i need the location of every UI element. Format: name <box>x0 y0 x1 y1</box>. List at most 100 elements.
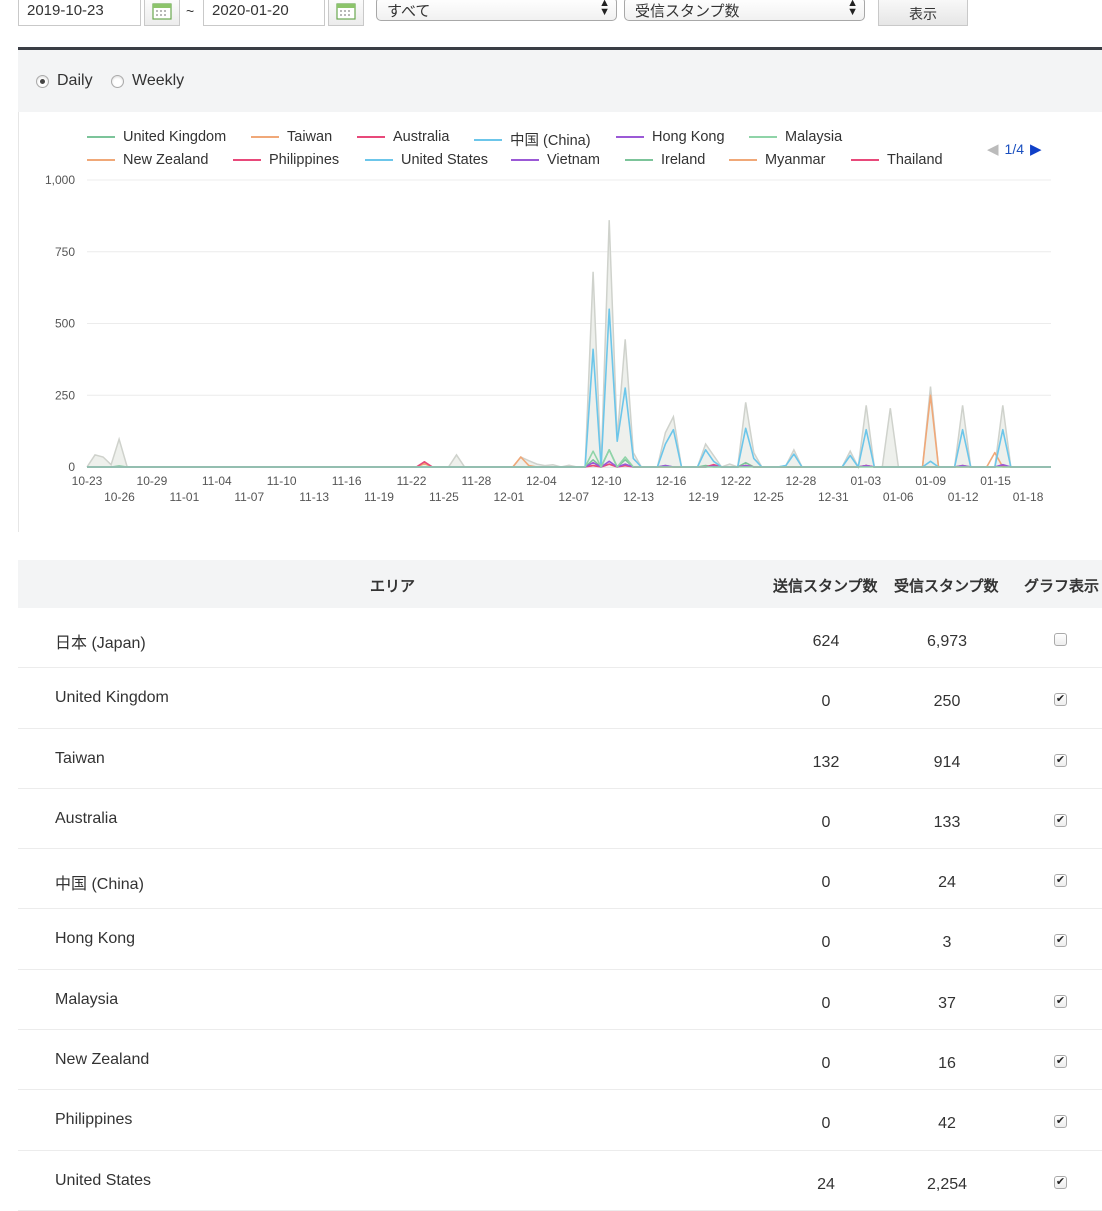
sent-count: 0 <box>821 693 831 711</box>
legend-swatch <box>251 136 279 138</box>
calendar-icon <box>152 3 172 20</box>
table-header: エリア 送信スタンプ数 受信スタンプ数 グラフ表示 <box>18 560 1102 608</box>
legend-item[interactable]: New Zealand <box>87 152 208 168</box>
table-row: Malaysia 0 37 ✔ <box>18 970 1102 1031</box>
legend-item[interactable]: Vietnam <box>511 152 600 168</box>
sent-count: 0 <box>821 994 831 1012</box>
legend-next-icon[interactable]: ▶ <box>1030 140 1042 158</box>
header-area: エリア <box>370 578 416 595</box>
graph-toggle-checkbox[interactable]: ✔ <box>1054 753 1067 767</box>
sent-count: 0 <box>821 934 831 952</box>
area-name: United Kingdom <box>55 689 169 707</box>
radio-daily[interactable]: Daily <box>36 72 93 90</box>
area-name: Hong Kong <box>55 930 136 948</box>
legend-label: Thailand <box>887 152 943 168</box>
legend-label: New Zealand <box>123 152 209 168</box>
x-tick-label: 12-16 <box>656 474 687 488</box>
sent-count: 24 <box>817 1175 835 1193</box>
graph-toggle-checkbox[interactable]: ✔ <box>1054 1175 1067 1189</box>
area-name: 中国 (China) <box>55 876 144 894</box>
y-tick-label: 750 <box>55 245 75 259</box>
graph-toggle-checkbox[interactable]: ✔ <box>1054 1055 1067 1069</box>
filter-toolbar: 2019-10-23 ~ 2020-01-20 すべて ▲ ▼ 受信スタンプ数 ▲… <box>0 0 1102 30</box>
legend-item[interactable]: United Kingdom <box>87 129 226 145</box>
x-tick-label: 10-29 <box>137 474 168 488</box>
legend-label: Australia <box>393 129 450 145</box>
start-calendar-button[interactable] <box>144 0 180 26</box>
table-row: United States 24 2,254 ✔ <box>18 1151 1102 1211</box>
legend-item[interactable]: Philippines <box>233 152 339 168</box>
x-tick-label: 12-22 <box>721 474 752 488</box>
total-line <box>86 220 1051 470</box>
metric-select[interactable]: 受信スタンプ数 ▲ ▼ <box>624 0 865 21</box>
legend-label: Malaysia <box>785 129 843 145</box>
x-tick-label: 11-28 <box>461 474 491 488</box>
graph-toggle-checkbox[interactable]: ✔ <box>1054 813 1067 827</box>
graph-toggle-checkbox[interactable]: ✔ <box>1054 934 1067 948</box>
radio-weekly[interactable]: Weekly <box>111 72 184 90</box>
series-line <box>87 308 1051 468</box>
legend-pager: ◀ 1/4 ▶ <box>987 140 1042 158</box>
sent-count: 132 <box>812 753 840 771</box>
x-tick-label: 12-13 <box>623 490 654 504</box>
y-tick-label: 1,000 <box>45 173 75 187</box>
legend-swatch <box>474 138 502 141</box>
legend-item[interactable]: Ireland <box>625 152 705 168</box>
legend-item[interactable]: Myanmar <box>729 152 825 168</box>
graph-toggle-checkbox[interactable]: ✔ <box>1054 1115 1067 1129</box>
series-line <box>87 449 1051 468</box>
legend-item[interactable]: Thailand <box>851 152 943 168</box>
graph-toggle-checkbox[interactable] <box>1054 633 1067 646</box>
end-date-input[interactable]: 2020-01-20 <box>203 0 325 26</box>
legend-label: United States <box>401 152 489 168</box>
header-graph: グラフ表示 <box>1024 578 1100 595</box>
legend-item[interactable]: United States <box>365 152 488 168</box>
x-tick-label: 01-18 <box>1013 490 1044 504</box>
legend-item[interactable]: Malaysia <box>749 129 842 145</box>
x-tick-label: 12-04 <box>526 474 557 488</box>
start-date-input[interactable]: 2019-10-23 <box>18 0 141 26</box>
table-row: Philippines 0 42 ✔ <box>18 1090 1102 1151</box>
table-body: 日本 (Japan) 624 6,973 United Kingdom 0 250 ✔ Tai… <box>18 608 1102 1211</box>
x-tick-label: 10-23 <box>72 474 103 488</box>
area-name: United States <box>55 1171 152 1189</box>
y-tick-label: 500 <box>55 317 75 331</box>
end-calendar-button[interactable] <box>328 0 364 26</box>
table-row: Taiwan 132 914 ✔ <box>18 729 1102 789</box>
x-tick-label: 11-01 <box>169 490 199 504</box>
x-tick-label: 10-26 <box>104 490 135 504</box>
received-count: 133 <box>933 813 961 831</box>
legend-item[interactable]: 中国 (China) <box>474 129 591 150</box>
legend-item[interactable]: Taiwan <box>251 129 332 145</box>
x-tick-label: 11-25 <box>429 490 459 504</box>
received-count: 6,973 <box>926 633 968 650</box>
graph-toggle-checkbox[interactable]: ✔ <box>1054 874 1067 888</box>
x-tick-label: 11-07 <box>234 490 264 504</box>
legend-label: Philippines <box>269 152 340 168</box>
x-tick-label: 01-12 <box>948 490 979 504</box>
legend-item[interactable]: Australia <box>357 129 449 145</box>
received-count: 3 <box>942 934 952 952</box>
received-count: 914 <box>933 753 961 771</box>
sent-count: 0 <box>821 813 831 831</box>
area-name: 日本 (Japan) <box>55 635 146 652</box>
area-name: Malaysia <box>55 990 119 1008</box>
graph-toggle-checkbox[interactable]: ✔ <box>1054 994 1067 1008</box>
x-tick-label: 12-01 <box>493 490 524 504</box>
legend-swatch <box>87 159 115 161</box>
legend-swatch <box>729 159 757 161</box>
x-tick-label: 11-19 <box>364 490 394 504</box>
legend-item[interactable]: Hong Kong <box>616 129 725 145</box>
show-button[interactable]: 表示 <box>878 0 968 26</box>
legend-label: Hong Kong <box>652 129 725 145</box>
x-tick-label: 12-19 <box>688 490 719 504</box>
legend-label: Taiwan <box>287 129 333 145</box>
x-tick-label: 12-31 <box>818 490 849 504</box>
graph-toggle-checkbox[interactable]: ✔ <box>1054 693 1067 707</box>
legend-prev-icon[interactable]: ◀ <box>987 140 999 158</box>
legend-swatch <box>233 159 261 161</box>
area-chart: 0 250 500 750 1,000 10-2310-2610-2911-0111-04… <box>45 173 1051 504</box>
category-select[interactable]: すべて ▲ ▼ <box>376 0 617 21</box>
x-tick-label: 01-09 <box>915 474 946 488</box>
total-area <box>87 220 1051 467</box>
